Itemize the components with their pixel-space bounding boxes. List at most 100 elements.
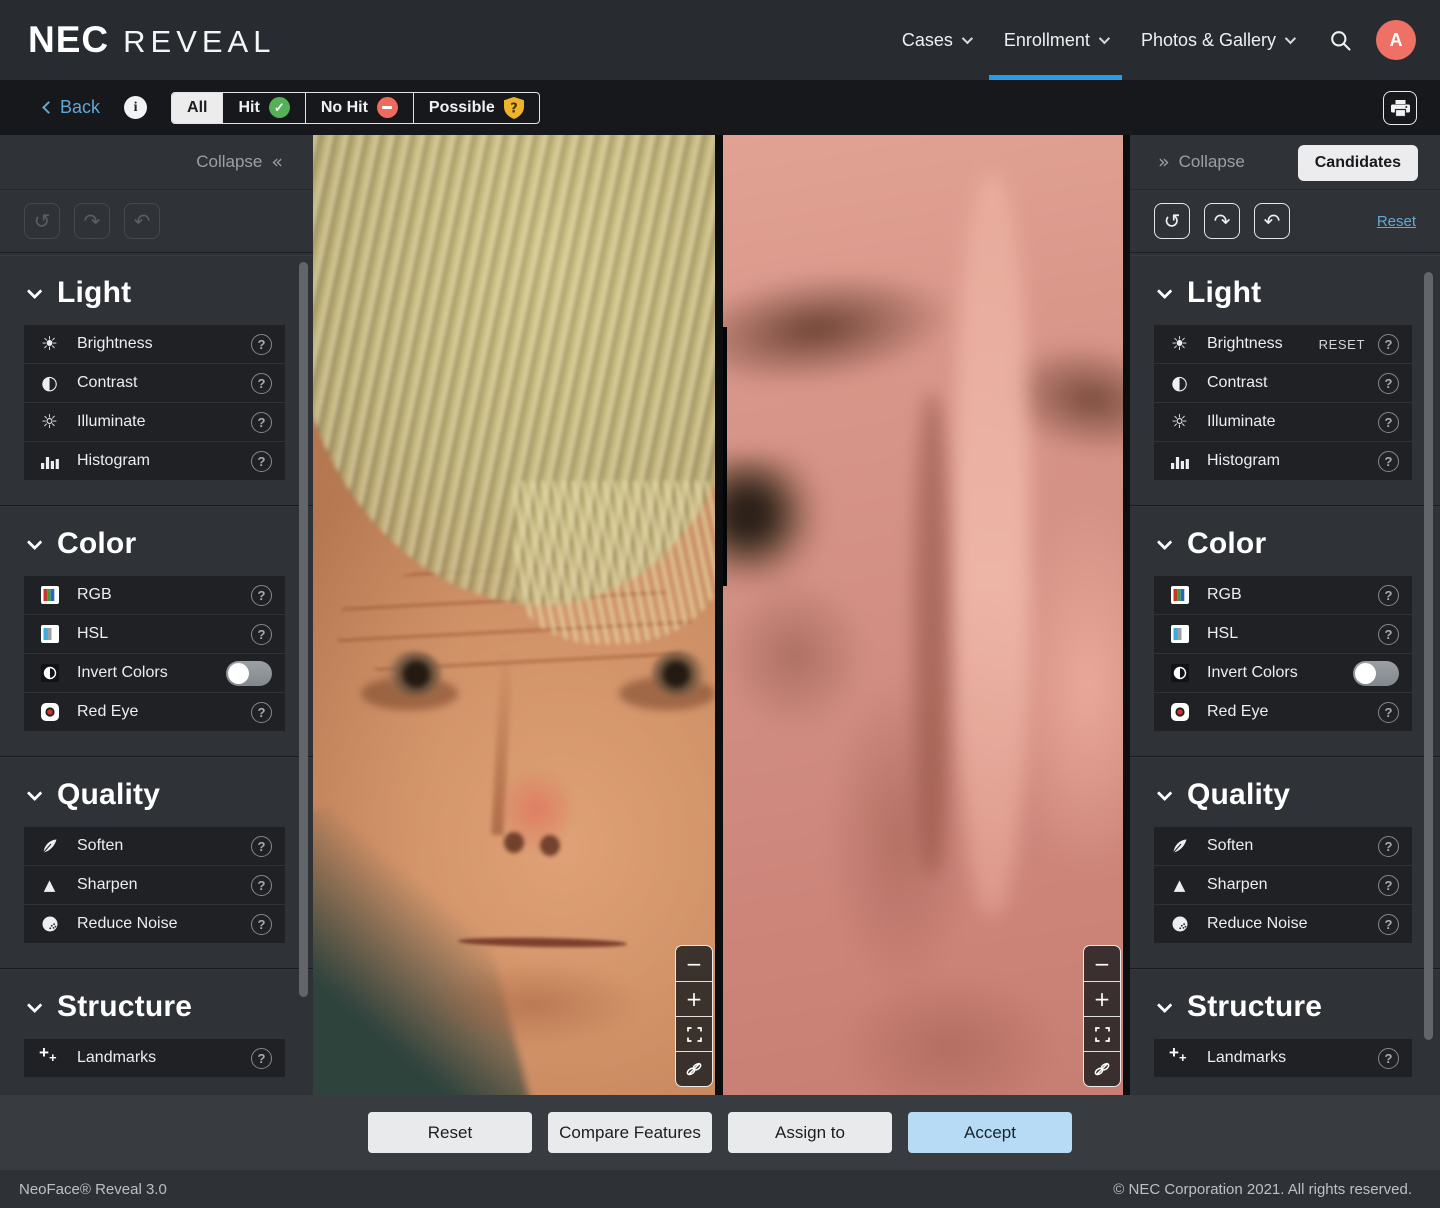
accept-button[interactable]: Accept bbox=[908, 1112, 1072, 1153]
adjust-row-illuminate[interactable]: ☼ Illuminate ? bbox=[24, 403, 285, 441]
info-icon[interactable]: i bbox=[124, 96, 148, 119]
zoom-out-icon[interactable]: − bbox=[676, 946, 712, 981]
adjust-row-invert-colors[interactable]: Invert Colors bbox=[1154, 654, 1412, 692]
unlink-icon[interactable] bbox=[676, 1051, 712, 1086]
help-icon[interactable]: ? bbox=[1378, 835, 1399, 857]
help-icon[interactable]: ? bbox=[251, 1047, 272, 1069]
adjust-row-reduce-noise[interactable]: Reduce Noise ? bbox=[24, 905, 285, 943]
back-button[interactable]: Back bbox=[42, 97, 100, 118]
probe-photo[interactable]: − + bbox=[313, 135, 715, 1095]
adjust-row-landmarks[interactable]: + + Landmarks ? bbox=[24, 1039, 285, 1077]
invert-colors-toggle[interactable] bbox=[226, 660, 272, 686]
right-panel-scrollbar[interactable] bbox=[1424, 272, 1433, 1040]
undo-icon[interactable]: ↶ bbox=[1254, 203, 1290, 239]
unlink-icon[interactable] bbox=[1084, 1051, 1120, 1086]
help-icon[interactable]: ? bbox=[251, 372, 272, 394]
adjust-row-landmarks[interactable]: + + Landmarks ? bbox=[1154, 1039, 1412, 1077]
adjust-row-hsl[interactable]: HSL ? bbox=[1154, 615, 1412, 653]
fullscreen-icon[interactable] bbox=[676, 1016, 712, 1051]
print-icon[interactable] bbox=[1383, 91, 1417, 125]
help-icon[interactable]: ? bbox=[1378, 450, 1399, 472]
adjust-row-invert-colors[interactable]: Invert Colors bbox=[24, 654, 285, 692]
fullscreen-icon[interactable] bbox=[1084, 1016, 1120, 1051]
help-icon[interactable]: ? bbox=[251, 450, 272, 472]
invert-colors-toggle[interactable] bbox=[1353, 660, 1399, 686]
help-icon[interactable]: ? bbox=[1378, 701, 1399, 723]
help-icon[interactable]: ? bbox=[251, 584, 272, 606]
adjust-row-contrast[interactable]: ◐ Contrast ? bbox=[24, 364, 285, 402]
adjust-row-red-eye[interactable]: Red Eye ? bbox=[24, 693, 285, 731]
zoom-in-icon[interactable]: + bbox=[1084, 981, 1120, 1016]
adjust-row-rgb[interactable]: RGB ? bbox=[1154, 576, 1412, 614]
section-quality-header[interactable]: Quality bbox=[0, 757, 313, 827]
help-icon[interactable]: ? bbox=[251, 874, 272, 896]
help-icon[interactable]: ? bbox=[1378, 372, 1399, 394]
redo-icon[interactable]: ↷ bbox=[74, 203, 110, 239]
zoom-out-icon[interactable]: − bbox=[1084, 946, 1120, 981]
search-icon[interactable] bbox=[1320, 20, 1360, 60]
help-icon[interactable]: ? bbox=[1378, 913, 1399, 935]
tab-all[interactable]: All bbox=[172, 92, 223, 123]
candidate-photo[interactable]: − + bbox=[723, 135, 1123, 1095]
help-icon[interactable]: ? bbox=[251, 411, 272, 433]
section-structure-header[interactable]: Structure bbox=[0, 969, 313, 1039]
adjust-row-histogram[interactable]: Histogram ? bbox=[24, 442, 285, 480]
reset-button[interactable]: Reset bbox=[368, 1112, 532, 1153]
adjust-row-hsl[interactable]: HSL ? bbox=[24, 615, 285, 653]
section-structure-header[interactable]: Structure bbox=[1130, 969, 1440, 1039]
tab-hit[interactable]: Hit ✓ bbox=[222, 92, 304, 123]
nav-enrollment[interactable]: Enrollment bbox=[987, 0, 1124, 80]
section-light-header[interactable]: Light bbox=[0, 255, 313, 325]
adjust-row-brightness[interactable]: ☀ Brightness ? bbox=[24, 325, 285, 363]
undo-icon[interactable]: ↶ bbox=[124, 203, 160, 239]
adjust-row-contrast[interactable]: ◐ Contrast ? bbox=[1154, 364, 1412, 402]
tab-no-hit[interactable]: No Hit bbox=[304, 92, 413, 123]
section-light-header[interactable]: Light bbox=[1130, 255, 1440, 325]
adjust-row-soften[interactable]: Soften ? bbox=[1154, 827, 1412, 865]
help-icon[interactable]: ? bbox=[251, 835, 272, 857]
history-icon[interactable]: ↺ bbox=[1154, 203, 1190, 239]
soften-icon bbox=[1166, 837, 1193, 855]
assign-to-button[interactable]: Assign to bbox=[728, 1112, 892, 1153]
help-icon[interactable]: ? bbox=[1378, 1047, 1399, 1069]
redo-icon[interactable]: ↷ bbox=[1204, 203, 1240, 239]
section-color-header[interactable]: Color bbox=[1130, 506, 1440, 576]
collapse-right-panel-button[interactable]: » Collapse bbox=[1158, 151, 1245, 173]
tab-possible[interactable]: Possible ? bbox=[412, 92, 539, 123]
help-icon[interactable]: ? bbox=[251, 913, 272, 935]
adjust-row-histogram[interactable]: Histogram ? bbox=[1154, 442, 1412, 480]
adjust-row-illuminate[interactable]: ☼ Illuminate ? bbox=[1154, 403, 1412, 441]
zoom-in-icon[interactable]: + bbox=[676, 981, 712, 1016]
help-icon[interactable]: ? bbox=[1378, 623, 1399, 645]
help-icon[interactable]: ? bbox=[251, 623, 272, 645]
section-quality-header[interactable]: Quality bbox=[1130, 757, 1440, 827]
left-panel-scrollbar[interactable] bbox=[299, 262, 308, 997]
adjust-row-red-eye[interactable]: Red Eye ? bbox=[1154, 693, 1412, 731]
adjust-row-brightness[interactable]: ☀ Brightness RESET ? bbox=[1154, 325, 1412, 363]
help-icon[interactable]: ? bbox=[1378, 333, 1399, 355]
red-eye-icon bbox=[36, 703, 63, 721]
candidates-button[interactable]: Candidates bbox=[1297, 145, 1418, 181]
help-icon[interactable]: ? bbox=[1378, 584, 1399, 606]
compare-features-button[interactable]: Compare Features bbox=[548, 1112, 712, 1153]
help-icon[interactable]: ? bbox=[251, 333, 272, 355]
help-icon[interactable]: ? bbox=[1378, 411, 1399, 433]
adjust-row-sharpen[interactable]: ▲ Sharpen ? bbox=[24, 866, 285, 904]
help-icon[interactable]: ? bbox=[251, 701, 272, 723]
filter-bar: Back i All Hit ✓ No Hit Possible ? bbox=[0, 80, 1440, 135]
history-icon[interactable]: ↺ bbox=[24, 203, 60, 239]
section-color-header[interactable]: Color bbox=[0, 506, 313, 576]
chevron-down-icon bbox=[1156, 997, 1173, 1013]
adjust-row-soften[interactable]: Soften ? bbox=[24, 827, 285, 865]
collapse-left-panel-button[interactable]: Collapse « bbox=[196, 151, 283, 173]
help-icon[interactable]: ? bbox=[1378, 874, 1399, 896]
nav-photos-gallery[interactable]: Photos & Gallery bbox=[1124, 0, 1310, 80]
nav-cases[interactable]: Cases bbox=[885, 0, 987, 80]
section-structure: Structure + + Landmarks ? bbox=[1130, 969, 1440, 1095]
adjust-row-rgb[interactable]: RGB ? bbox=[24, 576, 285, 614]
user-avatar[interactable]: A bbox=[1376, 20, 1416, 60]
adjust-row-sharpen[interactable]: ▲ Sharpen ? bbox=[1154, 866, 1412, 904]
adjust-row-reduce-noise[interactable]: Reduce Noise ? bbox=[1154, 905, 1412, 943]
brightness-reset-button[interactable]: RESET bbox=[1319, 337, 1365, 352]
reset-adjustments-link[interactable]: Reset bbox=[1377, 213, 1416, 230]
